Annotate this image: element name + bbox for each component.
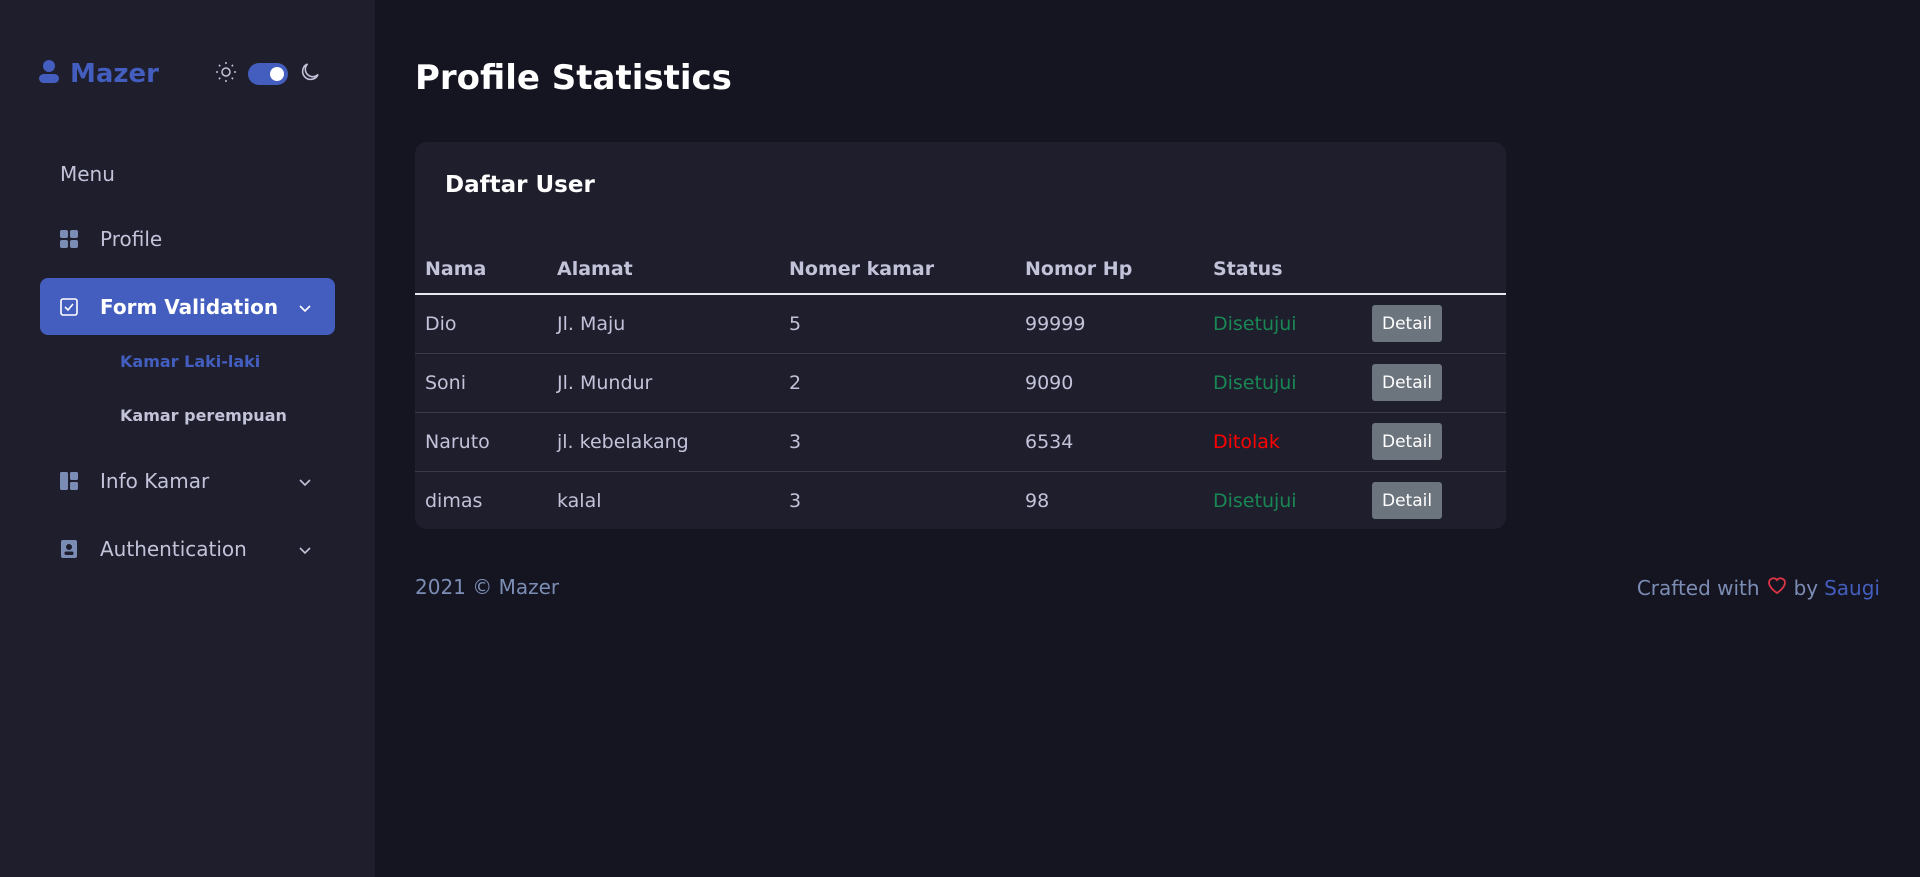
user-table: Nama Alamat Nomer kamar Nomor Hp Status … — [415, 244, 1506, 529]
menu-title: Menu — [60, 162, 115, 186]
checklist-icon — [58, 296, 80, 318]
cell-hp: 98 — [1015, 471, 1203, 529]
chevron-down-icon — [297, 539, 313, 563]
theme-toggle[interactable] — [214, 60, 322, 88]
column-header-nama: Nama — [415, 244, 547, 295]
detail-button[interactable]: Detail — [1372, 364, 1442, 401]
brand[interactable]: Mazer — [38, 56, 159, 92]
cell-hp: 9090 — [1015, 353, 1203, 413]
cell-status: Ditolak — [1203, 412, 1362, 472]
cell-nama: dimas — [415, 471, 547, 529]
cell-status: Disetujui — [1203, 294, 1362, 354]
sidebar: Mazer Menu Profile Form Validation Kamar… — [0, 0, 375, 877]
detail-button[interactable]: Detail — [1372, 423, 1442, 460]
layout-icon — [58, 470, 80, 492]
cell-alamat: Jl. Mundur — [547, 353, 779, 413]
cell-nama: Soni — [415, 353, 547, 413]
grid-icon — [58, 228, 80, 250]
cell-action: Detail — [1362, 412, 1506, 472]
page-title: Profile Statistics — [415, 58, 732, 98]
user-icon — [38, 59, 60, 89]
cell-alamat: kalal — [547, 471, 779, 529]
sun-icon — [214, 60, 238, 88]
chevron-down-icon — [297, 471, 313, 495]
cell-status: Disetujui — [1203, 471, 1362, 529]
submenu-item-kamar-perempuan[interactable]: Kamar perempuan — [120, 406, 287, 425]
author-link[interactable]: Saugi — [1824, 576, 1880, 600]
id-badge-icon — [58, 538, 80, 560]
submenu-item-kamar-laki-laki[interactable]: Kamar Laki-laki — [120, 352, 260, 371]
table-row: Dio Jl. Maju 5 99999 Disetujui Detail — [415, 294, 1506, 354]
cell-action: Detail — [1362, 353, 1506, 413]
cell-alamat: jl. kebelakang — [547, 412, 779, 472]
user-list-card: Daftar User Nama Alamat Nomer kamar Nomo… — [415, 142, 1506, 529]
detail-button[interactable]: Detail — [1372, 305, 1442, 343]
sidebar-item-form-validation[interactable]: Form Validation — [40, 278, 335, 335]
cell-nama: Dio — [415, 294, 547, 354]
detail-button[interactable]: Detail — [1372, 482, 1442, 519]
cell-hp: 99999 — [1015, 294, 1203, 354]
table-row: Naruto jl. kebelakang 3 6534 Ditolak Det… — [415, 412, 1506, 472]
column-header-action — [1362, 244, 1506, 295]
cell-action: Detail — [1362, 294, 1506, 354]
table-header-row: Nama Alamat Nomer kamar Nomor Hp Status — [415, 244, 1506, 295]
heart-icon — [1766, 575, 1788, 600]
cell-kamar: 5 — [779, 294, 1015, 354]
column-header-alamat: Alamat — [547, 244, 779, 295]
sidebar-item-label: Authentication — [100, 536, 247, 561]
column-header-status: Status — [1203, 244, 1362, 295]
cell-kamar: 3 — [779, 412, 1015, 472]
cell-nama: Naruto — [415, 412, 547, 472]
cell-status: Disetujui — [1203, 353, 1362, 413]
brand-name: Mazer — [70, 59, 160, 89]
table-row: dimas kalal 3 98 Disetujui Detail — [415, 471, 1506, 529]
cell-kamar: 3 — [779, 471, 1015, 529]
theme-switch[interactable] — [248, 63, 288, 85]
column-header-nomer-kamar: Nomer kamar — [779, 244, 1015, 295]
by-text: by — [1793, 575, 1819, 600]
table-row: Soni Jl. Mundur 2 9090 Disetujui Detail — [415, 353, 1506, 413]
chevron-down-icon — [297, 297, 313, 321]
sidebar-item-label: Form Validation — [100, 294, 279, 319]
card-title: Daftar User — [445, 172, 595, 198]
sidebar-item-info-kamar[interactable]: Info Kamar — [40, 452, 335, 509]
sidebar-item-profile[interactable]: Profile — [40, 210, 335, 267]
sidebar-item-label: Profile — [100, 226, 163, 251]
cell-action: Detail — [1362, 471, 1506, 529]
moon-icon — [298, 60, 322, 88]
cell-hp: 6534 — [1015, 412, 1203, 472]
footer-credits: Crafted with by Saugi — [1637, 575, 1880, 600]
cell-kamar: 2 — [779, 353, 1015, 413]
crafted-text: Crafted with — [1636, 575, 1760, 600]
footer-copyright: 2021 © Mazer — [415, 575, 560, 599]
column-header-nomor-hp: Nomor Hp — [1015, 244, 1203, 295]
cell-alamat: Jl. Maju — [547, 294, 779, 354]
sidebar-item-label: Info Kamar — [100, 468, 210, 493]
switch-knob — [270, 67, 284, 81]
sidebar-item-authentication[interactable]: Authentication — [40, 520, 335, 577]
